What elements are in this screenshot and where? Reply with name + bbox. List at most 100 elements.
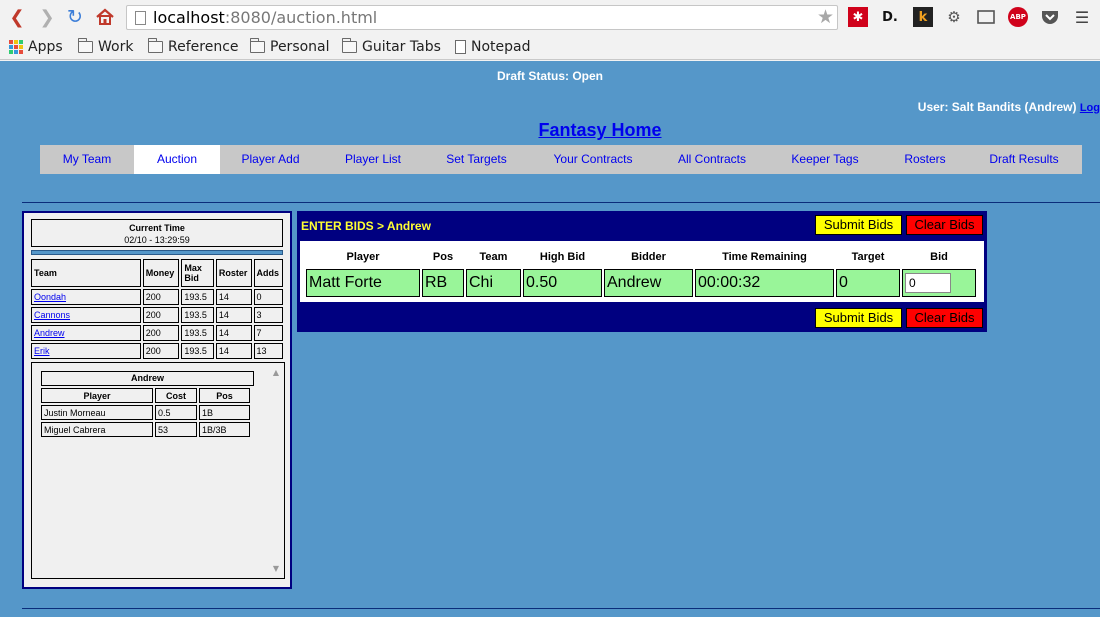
team-max-bid: 193.5 (181, 289, 214, 305)
bookmark-work[interactable]: Work (77, 37, 134, 57)
current-time-label: Current Time (129, 223, 185, 233)
menu-icon[interactable]: ☰ (1072, 7, 1092, 27)
forward-icon[interactable]: ❯ (36, 6, 58, 28)
nav-rosters[interactable]: Rosters (884, 145, 966, 174)
team-link-oondah[interactable]: Oondah (34, 292, 66, 302)
scroll-down-icon[interactable]: ▼ (273, 564, 279, 573)
col-pos: Pos (432, 251, 454, 263)
nav-draft-results[interactable]: Draft Results (966, 145, 1082, 174)
roster-table: Player Cost Pos Justin Morneau 0.5 1B Mi… (39, 386, 252, 439)
nav-my-team[interactable]: My Team (40, 145, 134, 174)
roster-scroll-area[interactable]: ▲ Andrew Player Cost Pos Justin Morneau … (31, 362, 285, 579)
bid-input-cell (902, 269, 976, 297)
asterisk-extension-icon[interactable]: ✱ (848, 7, 868, 27)
clear-bids-button-top[interactable]: Clear Bids (906, 215, 983, 235)
bid-time-remaining: 00:00:32 (695, 269, 834, 297)
nav-keeper-tags[interactable]: Keeper Tags (766, 145, 884, 174)
col-adds: Adds (253, 259, 283, 287)
table-row: Erik 200 193.5 14 13 (31, 343, 283, 359)
table-row: Miguel Cabrera 53 1B/3B (41, 422, 250, 437)
nav-auction[interactable]: Auction (134, 145, 220, 174)
col-money: Money (142, 259, 180, 287)
bid-pos: RB (422, 269, 464, 297)
col-team: Team (31, 259, 141, 287)
bookmark-label: Apps (28, 39, 63, 55)
bid-bidder: Andrew (604, 269, 693, 297)
roster-player: Justin Morneau (41, 405, 153, 420)
bookmark-notepad[interactable]: Notepad (455, 37, 531, 57)
roster-cost: 0.5 (155, 405, 197, 420)
col-team: Team (479, 251, 508, 263)
bid-team: Chi (466, 269, 521, 297)
page-content: Draft Status: Open User: Salt Bandits (A… (0, 61, 1100, 617)
fantasy-home-link[interactable]: Fantasy Home (0, 120, 1100, 141)
browser-toolbar: ❮ ❯ ↻ localhost:8080/auction.html ★ ✱ D.… (0, 0, 1100, 34)
table-row: Matt Forte RB Chi 0.50 Andrew 00:00:32 0 (306, 269, 976, 297)
page-icon (455, 40, 466, 54)
team-link-andrew[interactable]: Andrew (34, 328, 65, 338)
col-cost: Cost (155, 388, 197, 403)
bids-table: Player Pos Team High Bid Bidder Time Rem… (304, 245, 978, 299)
team-link-erik[interactable]: Erik (34, 346, 50, 356)
clear-bids-button-bottom[interactable]: Clear Bids (906, 308, 983, 328)
nav-your-contracts[interactable]: Your Contracts (528, 145, 658, 174)
puzzle-extension-icon[interactable]: ⚙ (944, 7, 964, 27)
bookmark-star-icon[interactable]: ★ (817, 6, 834, 29)
d-extension-icon[interactable]: D. (880, 7, 900, 27)
bids-table-area: Player Pos Team High Bid Bidder Time Rem… (300, 241, 984, 302)
nav-player-list[interactable]: Player List (321, 145, 425, 174)
col-roster: Roster (215, 259, 252, 287)
pocket-icon[interactable] (1040, 7, 1060, 27)
bookmark-label: Notepad (471, 39, 531, 55)
bids-header: ENTER BIDS > Andrew (301, 219, 431, 233)
submit-bids-button-top[interactable]: Submit Bids (815, 215, 902, 235)
team-roster: 14 (215, 289, 252, 305)
bookmark-label: Work (98, 39, 134, 55)
col-time-remaining: Time Remaining (722, 251, 807, 263)
roster-pos: 1B/3B (199, 422, 250, 437)
scroll-up-icon[interactable]: ▲ (273, 368, 279, 377)
col-target: Target (851, 251, 885, 263)
logout-link[interactable]: Log (1080, 102, 1100, 114)
table-row: Oondah 200 193.5 14 0 (31, 289, 283, 305)
url-host: localhost (153, 8, 225, 27)
address-bar[interactable]: localhost:8080/auction.html ★ (126, 5, 838, 30)
nav-player-add[interactable]: Player Add (220, 145, 321, 174)
bookmark-label: Personal (270, 39, 330, 55)
nav-set-targets[interactable]: Set Targets (425, 145, 528, 174)
roster-player: Miguel Cabrera (41, 422, 153, 437)
home-icon[interactable] (94, 6, 116, 28)
roster-cost: 53 (155, 422, 197, 437)
teams-panel: Current Time 02/10 - 13:29:59 Team Money… (22, 211, 292, 589)
roster-pos: 1B (199, 405, 250, 420)
bookmark-apps[interactable]: Apps (9, 37, 63, 57)
submit-bids-button-bottom[interactable]: Submit Bids (815, 308, 902, 328)
divider-top (22, 202, 1100, 203)
reload-icon[interactable]: ↻ (64, 6, 86, 28)
cast-icon[interactable] (976, 7, 996, 27)
team-max-bid: 193.5 (181, 343, 214, 359)
bookmark-guitar-tabs[interactable]: Guitar Tabs (341, 37, 441, 57)
folder-icon (77, 38, 93, 53)
user-info: User: Salt Bandits (Andrew) Log (918, 100, 1100, 114)
team-roster: 14 (215, 325, 252, 341)
bid-player: Matt Forte (306, 269, 420, 297)
team-max-bid: 193.5 (181, 307, 214, 323)
time-progress-bar (31, 250, 283, 255)
col-pos: Pos (199, 388, 250, 403)
team-money: 200 (142, 343, 180, 359)
table-row: Andrew 200 193.5 14 7 (31, 325, 283, 341)
k-extension-icon[interactable]: k (913, 7, 933, 27)
team-max-bid: 193.5 (181, 325, 214, 341)
col-player: Player (346, 251, 380, 263)
team-link-cannons[interactable]: Cannons (34, 310, 70, 320)
back-icon[interactable]: ❮ (6, 6, 28, 28)
nav-all-contracts[interactable]: All Contracts (658, 145, 766, 174)
bookmark-personal[interactable]: Personal (249, 37, 330, 57)
adblock-icon[interactable]: ABP (1008, 7, 1028, 27)
teams-table: Team Money Max Bid Roster Adds Oondah 20… (29, 257, 285, 361)
bookmark-reference[interactable]: Reference (147, 37, 239, 57)
user-label: User: Salt Bandits (Andrew) (917, 100, 1077, 114)
url-path: :8080/auction.html (224, 8, 378, 27)
bid-amount-input[interactable] (905, 273, 951, 293)
